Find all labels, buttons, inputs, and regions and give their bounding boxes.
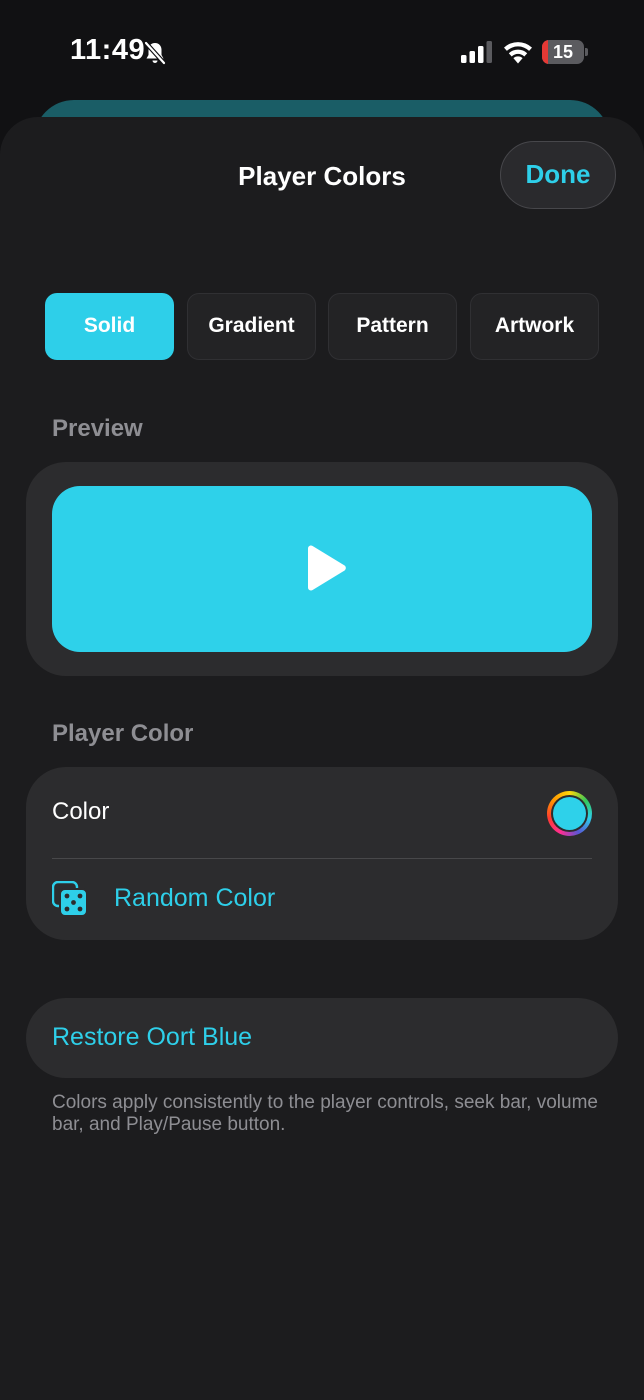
status-time: 11:49 bbox=[70, 34, 146, 66]
current-color-swatch bbox=[553, 797, 586, 830]
cellular-signal-icon bbox=[461, 41, 492, 63]
style-segmented-control: Solid Gradient Pattern Artwork bbox=[45, 293, 599, 360]
tab-gradient[interactable]: Gradient bbox=[187, 293, 316, 360]
random-color-label: Random Color bbox=[114, 884, 276, 912]
tab-pattern[interactable]: Pattern bbox=[328, 293, 457, 360]
player-colors-sheet: Player Colors Done Solid Gradient Patter… bbox=[0, 117, 644, 1400]
footnote-text: Colors apply consistently to the player … bbox=[52, 1092, 598, 1135]
screen: 11:49 15 Player Colors Done Solid Gradie… bbox=[0, 0, 644, 1400]
status-bar: 11:49 15 bbox=[0, 0, 644, 100]
preview-card bbox=[26, 462, 618, 676]
bell-slash-icon bbox=[143, 40, 167, 66]
player-color-section-label: Player Color bbox=[52, 720, 194, 747]
wifi-icon bbox=[504, 42, 532, 64]
dice-icon bbox=[52, 881, 88, 917]
play-icon bbox=[308, 545, 346, 591]
done-button[interactable]: Done bbox=[500, 141, 616, 209]
tab-solid[interactable]: Solid bbox=[45, 293, 174, 360]
battery-indicator: 15 bbox=[542, 40, 584, 64]
color-well-button[interactable] bbox=[547, 791, 592, 836]
color-picker-row[interactable]: Color bbox=[26, 767, 618, 858]
restore-oort-blue-button[interactable]: Restore Oort Blue bbox=[26, 998, 618, 1078]
preview-section-label: Preview bbox=[52, 415, 143, 442]
preview-player-button[interactable] bbox=[52, 486, 592, 652]
player-color-card: Color Random Color bbox=[26, 767, 618, 940]
tab-artwork[interactable]: Artwork bbox=[470, 293, 599, 360]
battery-level: 15 bbox=[552, 42, 574, 62]
battery-nub bbox=[585, 48, 588, 56]
restore-label: Restore Oort Blue bbox=[52, 1023, 253, 1051]
color-label: Color bbox=[52, 798, 110, 825]
random-color-button[interactable]: Random Color bbox=[26, 859, 618, 940]
